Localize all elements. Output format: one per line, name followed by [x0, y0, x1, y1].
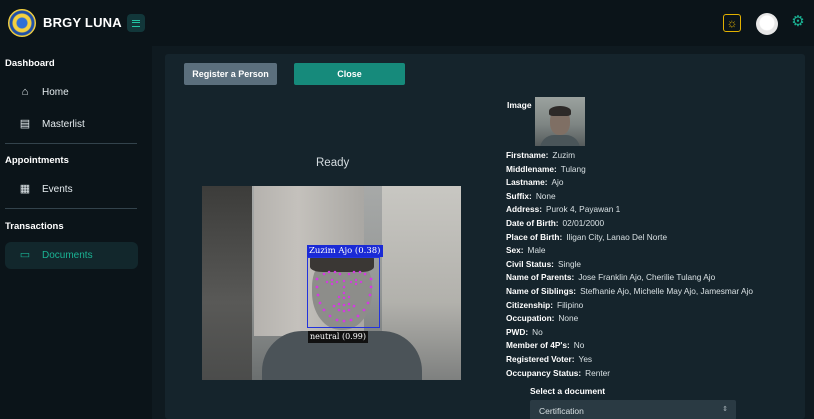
field-suffix: Suffix: None — [506, 190, 556, 201]
sidebar-item-label: Home — [42, 86, 69, 98]
field-registered-voter: Registered Voter: Yes — [506, 353, 593, 364]
calendar-icon: ▦ — [19, 183, 31, 195]
sidebar-item-documents[interactable]: ▭ Documents — [18, 245, 93, 265]
field-middlename: Middlename: Tulang — [506, 163, 586, 174]
section-dashboard: Dashboard — [5, 58, 55, 69]
document-select-label: Select a document — [530, 386, 606, 396]
sidebar-item-label: Documents — [42, 249, 93, 261]
home-icon: ⌂ — [21, 86, 29, 98]
document-select[interactable]: Certification ⇕ — [530, 400, 736, 419]
field-occupancy-status: Occupancy Status: Renter — [506, 367, 611, 378]
field-address: Address: Purok 4, Payawan 1 — [506, 204, 621, 215]
face-detection-box — [307, 257, 380, 328]
field-siblings: Name of Siblings: Stefhanie Ajo, Michelle… — [506, 285, 754, 296]
field-date-of-birth: Date of Birth: 02/01/2000 — [506, 217, 605, 228]
field-civil-status: Civil Status: Single — [506, 258, 582, 269]
sidebar-item-home[interactable]: ⌂ Home — [18, 82, 69, 102]
register-person-button[interactable]: Register a Person — [184, 63, 277, 85]
sidebar-item-events[interactable]: ▦ Events — [18, 179, 73, 199]
sidebar-divider — [5, 143, 137, 144]
menu-toggle-button[interactable] — [127, 14, 145, 32]
sun-icon: ☼ — [726, 16, 738, 30]
hamburger-icon — [132, 19, 140, 27]
camera-status: Ready — [316, 157, 350, 169]
field-lastname: Lastname: Ajo — [506, 177, 564, 188]
sidebar-divider — [5, 208, 137, 209]
folder-icon: ▭ — [19, 249, 31, 261]
theme-toggle-button[interactable]: ☼ — [723, 14, 741, 32]
sidebar-item-label: Masterlist — [42, 118, 85, 130]
field-sex: Sex: Male — [506, 245, 546, 256]
person-photo — [535, 97, 585, 146]
clipboard-icon: ▤ — [19, 118, 31, 130]
emotion-label: neutral (0.99) — [308, 331, 369, 343]
barangay-seal-logo — [8, 9, 36, 37]
close-button[interactable]: Close — [294, 63, 405, 85]
chevron-updown-icon: ⇕ — [722, 406, 728, 413]
camera-feed: Zuzim Ajo (0.38) neutral (0.99) — [202, 186, 461, 380]
field-place-of-birth: Place of Birth: Iligan City, Lanao Del No… — [506, 231, 668, 242]
top-bar: BRGY LUNA ☼ ⚙ — [0, 0, 814, 46]
camera-shadow — [202, 186, 252, 380]
sidebar: Dashboard ⌂ Home ▤ Masterlist Appointmen… — [0, 46, 152, 419]
gear-icon[interactable]: ⚙ — [790, 14, 806, 30]
field-firstname: Firstname: Zuzim — [506, 150, 576, 160]
face-recognition-label: Zuzim Ajo (0.38) — [307, 245, 383, 257]
person-details: Firstname: Zuzim Middlename: Tulang Lastna… — [506, 149, 801, 380]
field-pwd: PWD: No — [506, 326, 543, 337]
field-occupation: Occupation: None — [506, 313, 579, 324]
app-title: BRGY LUNA — [43, 15, 122, 30]
image-label: Image — [507, 100, 532, 110]
sidebar-item-masterlist[interactable]: ▤ Masterlist — [18, 114, 85, 134]
field-citizenship: Citizenship: Filipino — [506, 299, 584, 310]
field-4ps-member: Member of 4P's: No — [506, 340, 585, 351]
section-appointments: Appointments — [5, 155, 69, 166]
section-transactions: Transactions — [5, 221, 64, 232]
field-parents: Name of Parents: Jose Franklin Ajo, Cheri… — [506, 272, 716, 283]
user-avatar[interactable] — [756, 13, 778, 35]
document-select-value: Certification — [539, 406, 584, 416]
sidebar-item-label: Events — [42, 183, 73, 195]
